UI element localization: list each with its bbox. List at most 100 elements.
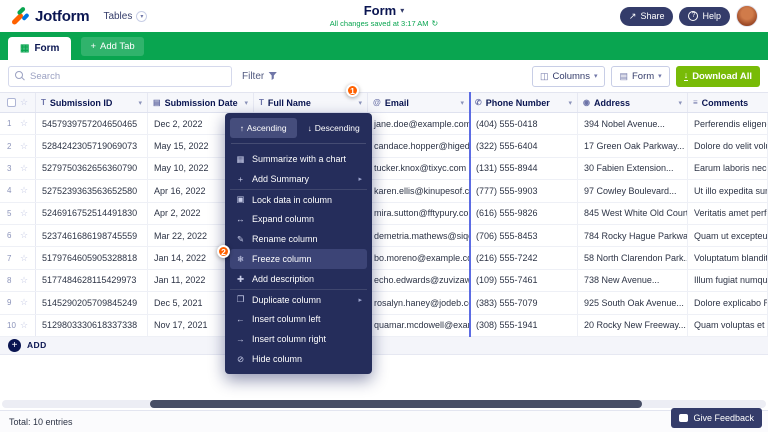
star-icon[interactable]: ☆ xyxy=(20,141,28,152)
download-all-button[interactable]: ↓ Download All xyxy=(676,66,760,87)
column-menu-item[interactable]: ← Insert column left xyxy=(230,309,367,329)
cell-phone[interactable]: (216) 555-7242 xyxy=(470,247,578,268)
column-menu-chevron[interactable]: ▾ xyxy=(568,99,572,107)
title-chevron-icon[interactable]: ▾ xyxy=(400,6,404,15)
star-icon[interactable]: ☆ xyxy=(20,118,28,129)
column-header-phone[interactable]: ✆ Phone Number ▾ xyxy=(470,93,578,112)
cell-submission-id[interactable]: 5129803330618337338 xyxy=(36,315,148,336)
column-menu-chevron[interactable]: ▾ xyxy=(358,99,362,107)
column-menu-item[interactable]: ✎ Rename column xyxy=(230,229,367,249)
column-menu-chevron[interactable]: ▾ xyxy=(678,99,682,107)
cell-comments[interactable]: Quam ut excepteur al... xyxy=(688,225,768,246)
cell-submission-id[interactable]: 5284242305719069073 xyxy=(36,135,148,156)
cell-submission-id[interactable]: 5145290205709845249 xyxy=(36,292,148,313)
avatar[interactable] xyxy=(736,5,758,27)
cell-comments[interactable]: Illum fugiat numquam... xyxy=(688,270,768,291)
filter-button[interactable]: Filter xyxy=(242,71,277,82)
column-menu-item[interactable]: ▣ Lock data in column xyxy=(230,189,367,209)
column-header-submission-date[interactable]: ▤ Submission Date ▾ xyxy=(148,93,254,112)
star-icon[interactable]: ☆ xyxy=(20,275,28,286)
cell-email[interactable]: mira.sutton@fftypury.com xyxy=(368,203,470,224)
star-icon[interactable]: ☆ xyxy=(20,320,28,331)
column-header-comments[interactable]: ≡ Comments xyxy=(688,93,768,112)
cell-email[interactable]: quamar.mcdowell@examp... xyxy=(368,315,470,336)
star-icon[interactable]: ☆ xyxy=(20,253,28,264)
jotform-logo[interactable]: Jotform xyxy=(10,6,89,26)
cell-address[interactable]: 925 South Oak Avenue... xyxy=(578,292,688,313)
cell-email[interactable]: rosalyn.haney@jodeb.com xyxy=(368,292,470,313)
cell-phone[interactable]: (322) 555-6404 xyxy=(470,135,578,156)
add-row-button[interactable]: + ADD xyxy=(0,337,768,355)
table-row[interactable]: 9 ☆ 5145290205709845249 Dec 5, 2021 rosa… xyxy=(0,292,768,314)
tables-menu-button[interactable]: Tables ▾ xyxy=(103,11,147,22)
cell-phone[interactable]: (706) 555-8453 xyxy=(470,225,578,246)
cell-submission-id[interactable]: 5237461686198745559 xyxy=(36,225,148,246)
columns-button[interactable]: ◫ Columns ▾ xyxy=(532,66,606,87)
table-row[interactable]: 4 ☆ 5275239363563652580 Apr 16, 2022 kar… xyxy=(0,180,768,202)
cell-address[interactable]: 738 New Avenue... xyxy=(578,270,688,291)
cell-submission-id[interactable]: 5279750362656360790 xyxy=(36,158,148,179)
cell-address[interactable]: 20 Rocky New Freeway... xyxy=(578,315,688,336)
cell-email[interactable]: candace.hopper@higedur... xyxy=(368,135,470,156)
scrollbar-thumb[interactable] xyxy=(150,400,642,408)
sort-button[interactable]: ↑ Ascending xyxy=(230,118,297,138)
star-icon[interactable]: ☆ xyxy=(20,208,28,219)
cell-email[interactable]: demetria.mathews@siqe.c... xyxy=(368,225,470,246)
cell-address[interactable]: 845 West White Old Court... xyxy=(578,203,688,224)
column-header-email[interactable]: @ Email ▾ xyxy=(368,93,470,112)
cell-submission-id[interactable]: 5246916752514491830 xyxy=(36,203,148,224)
cell-address[interactable]: 97 Cowley Boulevard... xyxy=(578,180,688,201)
cell-email[interactable]: echo.edwards@zuvizawoq... xyxy=(368,270,470,291)
cell-comments[interactable]: Dolore do velit volupt... xyxy=(688,135,768,156)
table-row[interactable]: 3 ☆ 5279750362656360790 May 10, 2022 tuc… xyxy=(0,158,768,180)
cell-phone[interactable]: (308) 555-1941 xyxy=(470,315,578,336)
cell-comments[interactable]: Veritatis amet perfere... xyxy=(688,203,768,224)
column-header-submission-id[interactable]: T Submission ID ▾ xyxy=(36,93,148,112)
cell-comments[interactable]: Ut illo expedita sunt n... xyxy=(688,180,768,201)
table-row[interactable]: 1 ☆ 5457939757204650465 Dec 2, 2022 jane… xyxy=(0,113,768,135)
column-menu-item[interactable]: + Add Summary ▸ xyxy=(230,169,367,189)
column-menu-item[interactable]: ▦ Summarize with a chart xyxy=(230,149,367,169)
cell-address[interactable]: 58 North Clarendon Park... xyxy=(578,247,688,268)
cell-submission-id[interactable]: 5177484628115429973 xyxy=(36,270,148,291)
table-row[interactable]: 10 ☆ 5129803330618337338 Nov 17, 2021 qu… xyxy=(0,315,768,337)
cell-comments[interactable]: Voluptatum blanditiis... xyxy=(688,247,768,268)
cell-comments[interactable]: Earum laboris necessit... xyxy=(688,158,768,179)
column-menu-item[interactable]: ↔ Expand column xyxy=(230,209,367,229)
cell-comments[interactable]: Dolore explicabo Rer... xyxy=(688,292,768,313)
column-menu-chevron[interactable]: ▾ xyxy=(138,99,142,107)
tab-form[interactable]: ▦ Form xyxy=(8,37,71,60)
give-feedback-button[interactable]: Give Feedback xyxy=(671,408,762,428)
table-row[interactable]: 2 ☆ 5284242305719069073 May 15, 2022 can… xyxy=(0,135,768,157)
column-header-address[interactable]: ◉ Address ▾ xyxy=(578,93,688,112)
cell-address[interactable]: 394 Nobel Avenue... xyxy=(578,113,688,134)
cell-address[interactable]: 17 Green Oak Parkway... xyxy=(578,135,688,156)
cell-submission-id[interactable]: 5275239363563652580 xyxy=(36,180,148,201)
column-menu-chevron[interactable]: ▾ xyxy=(244,99,248,107)
table-row[interactable]: 5 ☆ 5246916752514491830 Apr 2, 2022 mira… xyxy=(0,203,768,225)
cell-submission-id[interactable]: 5179764605905328818 xyxy=(36,247,148,268)
cell-email[interactable]: bo.moreno@example.com xyxy=(368,247,470,268)
cell-address[interactable]: 784 Rocky Hague Parkway... xyxy=(578,225,688,246)
table-row[interactable]: 6 ☆ 5237461686198745559 Mar 22, 2022 dem… xyxy=(0,225,768,247)
help-button[interactable]: ? Help xyxy=(679,7,730,26)
column-menu-item[interactable]: → Insert column right xyxy=(230,329,367,349)
sort-button[interactable]: ↓ Descending xyxy=(301,118,368,138)
star-icon[interactable]: ☆ xyxy=(20,163,28,174)
cell-phone[interactable]: (131) 555-8944 xyxy=(470,158,578,179)
column-menu-item[interactable]: ❐ Duplicate column ▸ xyxy=(230,289,367,309)
share-button[interactable]: ↗ Share xyxy=(620,7,674,26)
add-tab-button[interactable]: + Add Tab xyxy=(81,37,143,56)
column-menu-item[interactable]: ✚ Add description xyxy=(230,269,367,289)
cell-phone[interactable]: (777) 555-9903 xyxy=(470,180,578,201)
search-input[interactable] xyxy=(30,71,225,82)
star-icon[interactable]: ☆ xyxy=(20,297,28,308)
table-row[interactable]: 8 ☆ 5177484628115429973 Jan 11, 2022 ech… xyxy=(0,270,768,292)
cell-phone[interactable]: (404) 555-0418 xyxy=(470,113,578,134)
star-icon[interactable]: ☆ xyxy=(20,185,28,196)
cell-address[interactable]: 30 Fabien Extension... xyxy=(578,158,688,179)
cell-comments[interactable]: Quam voluptas et vol... xyxy=(688,315,768,336)
column-menu-item[interactable]: ⊘ Hide column xyxy=(230,349,367,369)
select-all-checkbox[interactable] xyxy=(7,98,16,107)
table-row[interactable]: 7 ☆ 5179764605905328818 Jan 14, 2022 bo.… xyxy=(0,247,768,269)
